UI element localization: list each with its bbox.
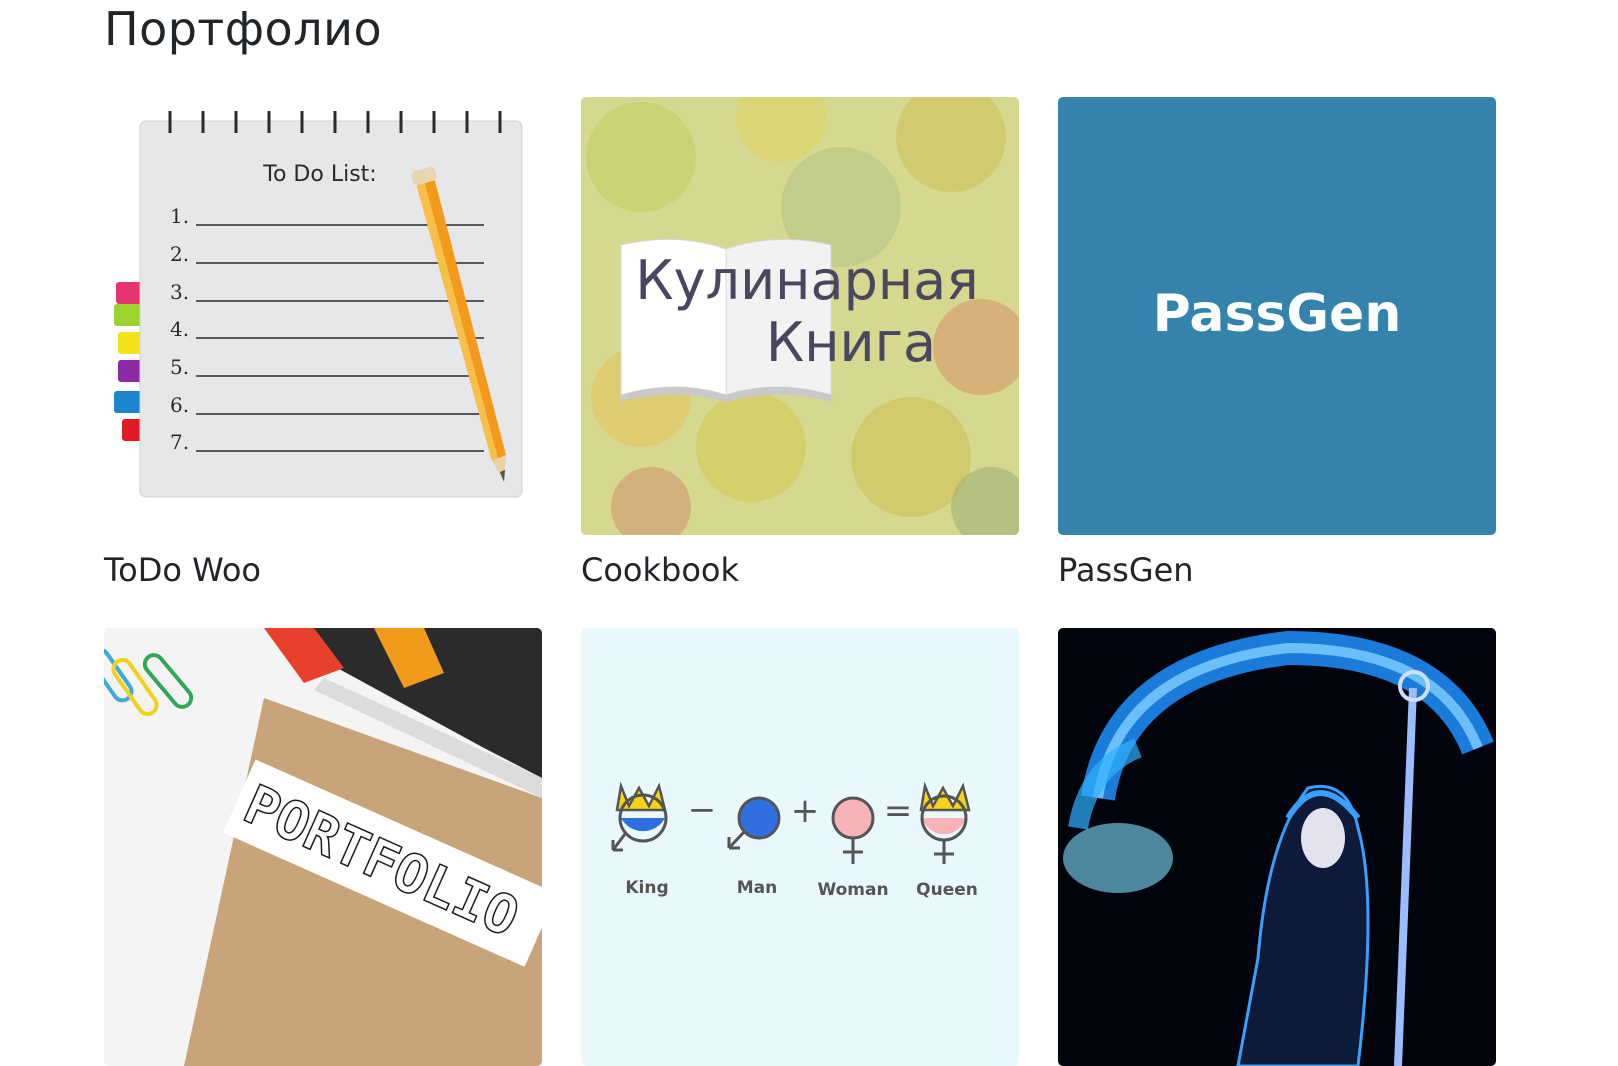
- svg-text:1.: 1.: [170, 204, 189, 228]
- todo-woo-thumbnail[interactable]: To Do List: 1. 2. 3. 4. 5. 6. 7.: [104, 97, 542, 535]
- svg-text:King: King: [625, 878, 668, 898]
- project-title[interactable]: ToDo Woo: [104, 549, 261, 591]
- wizard-art-icon: [1058, 628, 1496, 1066]
- svg-text:+: +: [791, 791, 820, 831]
- page-title: Портфолио: [104, 2, 383, 56]
- passgen-thumbnail[interactable]: PassGen: [1058, 97, 1496, 535]
- passgen-logo: PassGen: [1058, 97, 1496, 535]
- portfolio-card-todo-woo: To Do List: 1. 2. 3. 4. 5. 6. 7. ToDo Wo…: [104, 97, 542, 589]
- svg-text:6.: 6.: [170, 393, 189, 417]
- word-analogy-illustration: − + = King Man Woman Queen: [581, 628, 1019, 1066]
- todo-lines: 1. 2. 3. 4. 5. 6. 7.: [170, 204, 189, 454]
- svg-text:Queen: Queen: [916, 880, 978, 900]
- svg-text:2.: 2.: [170, 242, 189, 266]
- passgen-logo-text: PassGen: [1153, 284, 1402, 344]
- word-vectors-thumbnail[interactable]: − + = King Man Woman Queen: [581, 628, 1019, 1066]
- svg-text:Man: Man: [737, 878, 778, 898]
- wizard-thumbnail[interactable]: [1058, 628, 1496, 1066]
- svg-text:7.: 7.: [170, 430, 189, 454]
- cookbook-title-line1: Кулинарная: [635, 249, 978, 312]
- cookbook-thumbnail[interactable]: Кулинарная Книга: [581, 97, 1019, 535]
- portfolio-card-6: [1058, 628, 1496, 1066]
- svg-text:4.: 4.: [170, 317, 189, 341]
- portfolio-card-5: − + = King Man Woman Queen: [581, 628, 1019, 1066]
- svg-text:3.: 3.: [170, 280, 189, 304]
- portfolio-card-4: PORTFOLIO: [104, 628, 542, 1066]
- svg-text:−: −: [688, 790, 717, 830]
- portfolio-folder-illustration: PORTFOLIO: [104, 628, 542, 1066]
- project-title[interactable]: PassGen: [1058, 549, 1194, 591]
- svg-text:Woman: Woman: [817, 880, 888, 900]
- svg-text:=: =: [884, 791, 913, 831]
- todo-list-illustration: To Do List: 1. 2. 3. 4. 5. 6. 7.: [104, 97, 542, 535]
- cookbook-title-line2: Книга: [766, 311, 936, 374]
- portfolio-thumbnail[interactable]: PORTFOLIO: [104, 628, 542, 1066]
- project-title[interactable]: Cookbook: [581, 549, 739, 591]
- svg-text:5.: 5.: [170, 355, 189, 379]
- portfolio-card-passgen: PassGen PassGen: [1058, 97, 1496, 589]
- portfolio-card-cookbook: Кулинарная Книга Cookbook: [581, 97, 1019, 589]
- todo-heading: To Do List:: [262, 162, 376, 187]
- cookbook-illustration: Кулинарная Книга: [581, 97, 1019, 535]
